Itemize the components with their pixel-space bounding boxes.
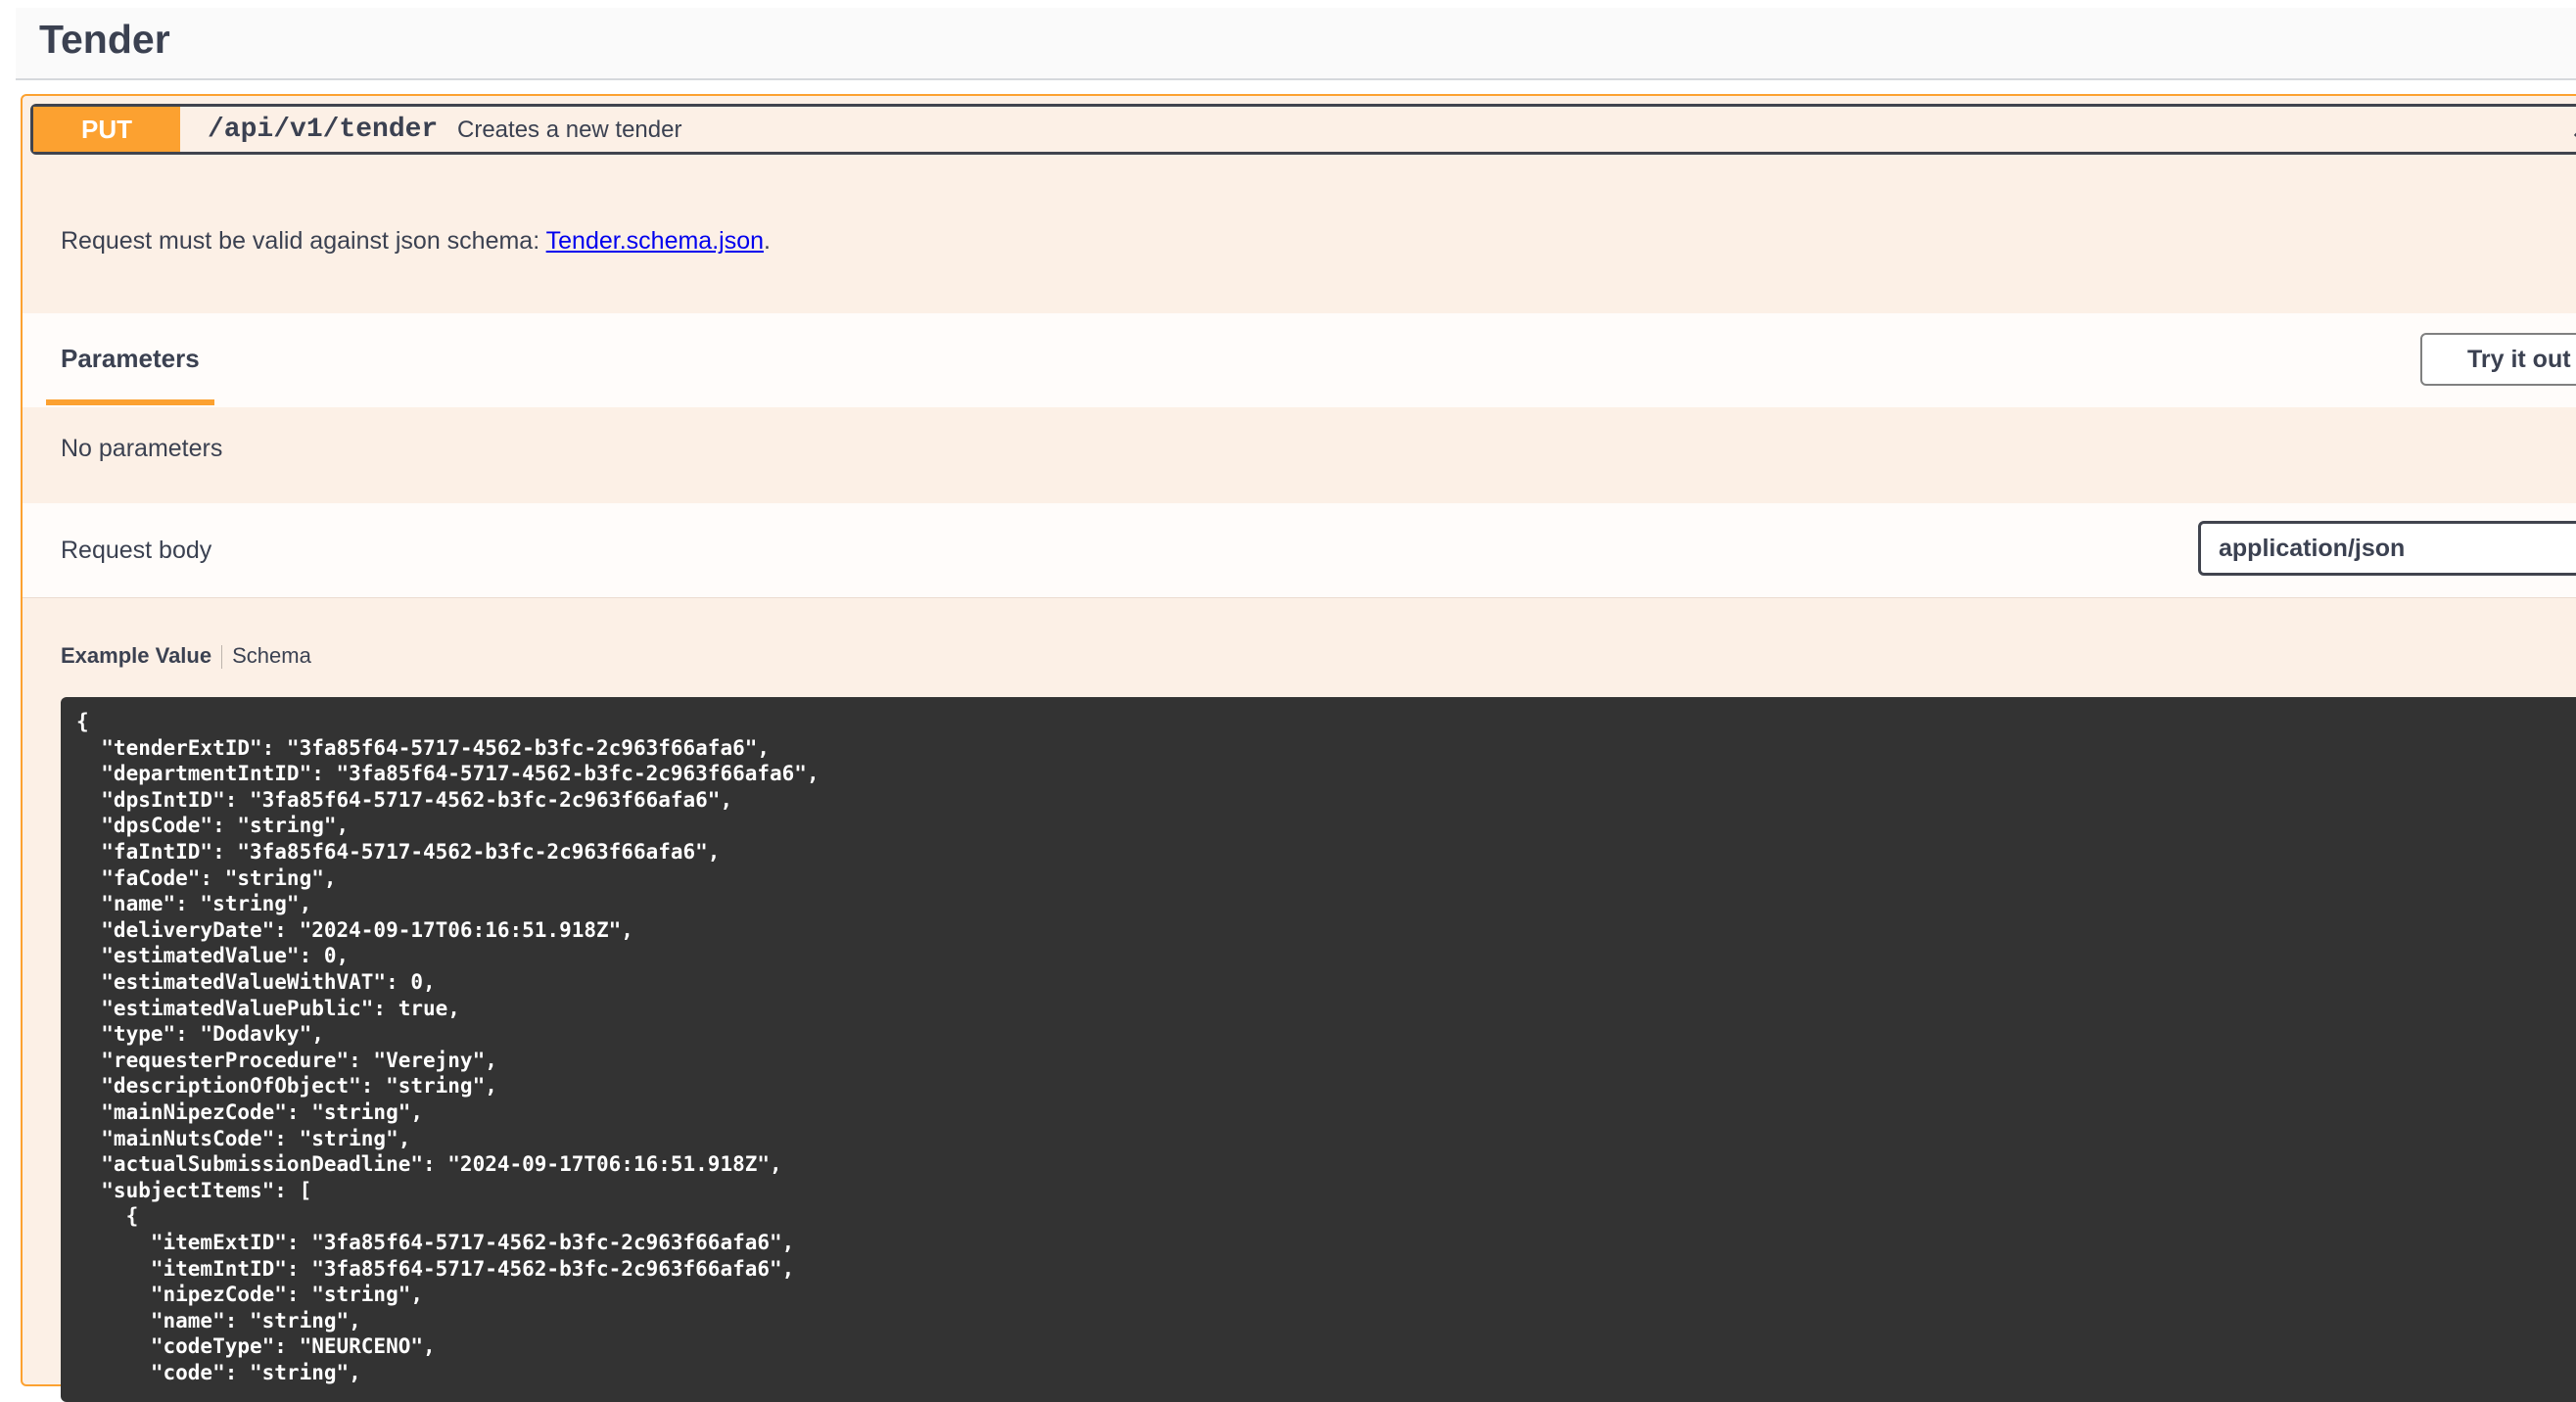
code-line: "name": "string", — [76, 1308, 361, 1332]
code-line: "dpsIntID": "3fa85f64-5717-4562-b3fc-2c9… — [76, 787, 733, 812]
request-body-header: Request body application/json — [23, 503, 2576, 598]
code-line: "mainNutsCode": "string", — [76, 1126, 411, 1150]
try-it-out-button[interactable]: Try it out — [2420, 333, 2576, 386]
opblock-summary[interactable]: PUT /api/v1/tender Creates a new tender — [30, 104, 2576, 155]
code-line: { — [76, 1204, 139, 1229]
code-line: "estimatedValue": 0, — [76, 944, 350, 968]
endpoint-summary: Creates a new tender — [457, 117, 682, 143]
code-line: "code": "string", — [76, 1361, 361, 1384]
tab-parameters-label: Parameters — [61, 344, 200, 373]
code-line: "tenderExtID": "3fa85f64-5717-4562-b3fc-… — [76, 735, 771, 760]
opblock-put-tender: PUT /api/v1/tender Creates a new tender … — [21, 94, 2576, 1402]
description-suffix: . — [764, 227, 771, 255]
code-line: "deliveryDate": "2024-09-17T06:16:51.918… — [76, 917, 633, 942]
code-line: "itemExtID": "3fa85f64-5717-4562-b3fc-2c… — [76, 1231, 795, 1254]
content-type-value: application/json — [2219, 535, 2406, 562]
content-type-select[interactable]: application/json — [2198, 521, 2576, 576]
code-line: "dpsCode": "string", — [76, 814, 350, 838]
section-title: Tender — [39, 17, 170, 62]
code-line: "itemIntID": "3fa85f64-5717-4562-b3fc-2c… — [76, 1256, 795, 1281]
code-line: "subjectItems": [ — [76, 1178, 312, 1202]
code-line: "departmentIntID": "3fa85f64-5717-4562-b… — [76, 762, 820, 786]
code-line: "estimatedValuePublic": true, — [76, 996, 460, 1020]
method-badge: PUT — [33, 107, 180, 152]
description-text: Request must be valid against json schem… — [61, 227, 546, 255]
tab-parameters[interactable]: Parameters — [46, 313, 214, 407]
parameters-header: Parameters Try it out — [23, 313, 2576, 407]
code-line: "nipezCode": "string", — [76, 1283, 424, 1307]
code-line: { — [76, 710, 89, 733]
tab-schema[interactable]: Schema — [222, 640, 321, 672]
no-parameters-text: No parameters — [61, 435, 223, 462]
example-code-block[interactable]: { "tenderExtID": "3fa85f64-5717-4562-b3f… — [61, 697, 2576, 1402]
code-line: "estimatedValueWithVAT": 0, — [76, 970, 436, 994]
endpoint-path: /api/v1/tender — [208, 115, 439, 145]
chevron-up-icon-svg — [2573, 132, 2576, 137]
code-line: "descriptionOfObject": "string", — [76, 1074, 497, 1098]
example-tabs: Example Value Schema — [61, 640, 321, 672]
code-line: "actualSubmissionDeadline": "2024-09-17T… — [76, 1152, 782, 1177]
code-line: "requesterProcedure": "Verejny", — [76, 1048, 497, 1072]
code-line: "faCode": "string", — [76, 865, 337, 890]
code-line: "faIntID": "3fa85f64-5717-4562-b3fc-2c96… — [76, 840, 721, 864]
code-line: "mainNipezCode": "string", — [76, 1100, 424, 1124]
request-body-label: Request body — [61, 537, 212, 564]
code-line: "type": "Dodavky", — [76, 1022, 324, 1047]
tab-active-underline — [46, 399, 214, 405]
tab-example-value[interactable]: Example Value — [61, 640, 221, 672]
schema-link[interactable]: Tender.schema.json — [546, 227, 764, 255]
code-line: "codeType": "NEURCENO", — [76, 1334, 436, 1359]
code-line: "name": "string", — [76, 892, 312, 916]
endpoint-description: Request must be valid against json schem… — [61, 221, 771, 260]
section-header[interactable]: Tender — [16, 8, 2576, 80]
chevron-up-icon[interactable] — [2571, 111, 2576, 151]
